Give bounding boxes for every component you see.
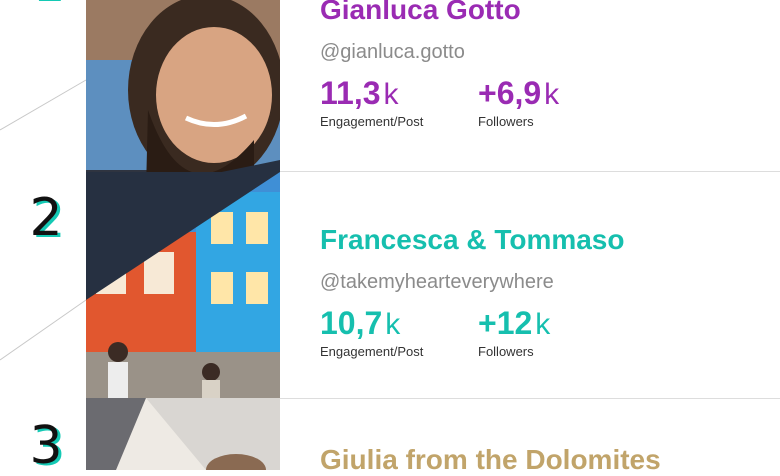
engagement-value: 10,7 — [320, 305, 383, 341]
influencer-name[interactable]: Francesca & Tommaso — [320, 224, 760, 256]
followers-value: +6,9 — [478, 75, 542, 111]
profile-photo-francesca-tommaso[interactable] — [86, 172, 280, 400]
influencer-name[interactable]: Gianluca Gotto — [320, 0, 760, 26]
ranking-entry-giulia: Giulia from the Dolomites — [320, 444, 760, 476]
influencer-handle[interactable]: @takemyhearteverywhere — [320, 270, 760, 294]
followers-stat: +6,9 k Followers — [478, 76, 636, 129]
rank-1-partial: 1 — [26, 0, 66, 8]
stats-row: 11,3 k Engagement/Post +6,9 k Followers — [320, 76, 760, 129]
engagement-label: Engagement/Post — [320, 344, 424, 359]
row-divider-1 — [280, 171, 780, 172]
followers-label: Followers — [478, 114, 534, 129]
ranking-entry-francesca-tommaso: Francesca & Tommaso @takemyhearteverywhe… — [320, 224, 760, 359]
followers-unit: k — [544, 78, 560, 111]
engagement-stat: 11,3 k Engagement/Post — [320, 76, 478, 129]
followers-label: Followers — [478, 344, 534, 359]
stats-row: 10,7 k Engagement/Post +12 k Followers — [320, 306, 760, 359]
ranking-entry-gianluca: Gianluca Gotto @gianluca.gotto 11,3 k Eng… — [320, 0, 760, 129]
rank-2: 2 — [29, 188, 63, 248]
engagement-stat: 10,7 k Engagement/Post — [320, 306, 478, 359]
rank-3: 3 — [29, 416, 63, 476]
followers-value: +12 — [478, 305, 533, 341]
engagement-unit: k — [385, 308, 401, 341]
engagement-unit: k — [383, 78, 399, 111]
profile-photo-giulia[interactable] — [86, 398, 280, 470]
row-divider-2 — [280, 398, 780, 399]
followers-unit: k — [535, 308, 551, 341]
engagement-label: Engagement/Post — [320, 114, 424, 129]
influencer-name[interactable]: Giulia from the Dolomites — [320, 444, 760, 476]
followers-stat: +12 k Followers — [478, 306, 636, 359]
engagement-value: 11,3 — [320, 75, 381, 111]
influencer-handle[interactable]: @gianluca.gotto — [320, 40, 760, 64]
